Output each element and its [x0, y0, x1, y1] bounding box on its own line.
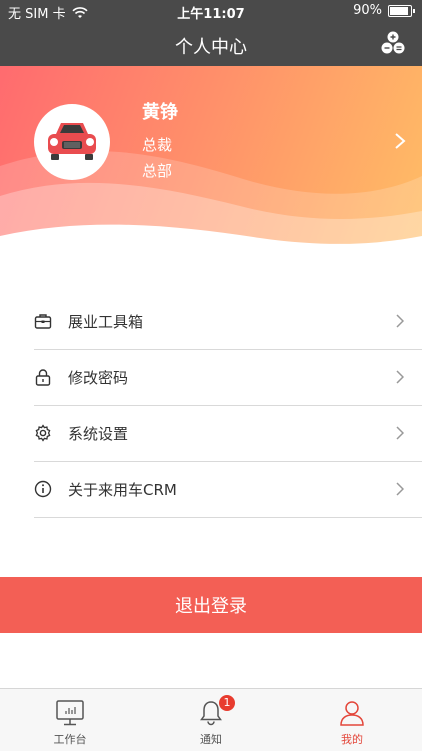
monitor-icon — [56, 700, 84, 726]
menu-item-label: 关于来用车CRM — [68, 481, 177, 499]
status-bar: 无 SIM 卡 上午11:07 90% — [0, 0, 422, 22]
logout-button[interactable]: 退出登录 — [0, 577, 422, 633]
user-role: 总裁 — [142, 136, 173, 154]
top-bar: 无 SIM 卡 上午11:07 90% 个人中心 — [0, 0, 422, 66]
menu-item-toolbox[interactable]: 展业工具箱 — [0, 294, 422, 350]
battery-icon — [388, 4, 415, 17]
toolbox-icon — [34, 314, 52, 329]
menu-item-label: 展业工具箱 — [68, 313, 144, 331]
chevron-right-icon — [396, 370, 404, 384]
chevron-right-icon — [396, 426, 404, 440]
tab-workbench[interactable]: 工作台 — [0, 689, 140, 751]
tab-label: 工作台 — [53, 733, 87, 746]
chevron-right-icon — [396, 482, 404, 496]
menu-item-label: 修改密码 — [68, 369, 129, 387]
chevron-right-icon — [396, 314, 404, 328]
settings-menu: 展业工具箱 修改密码 系统设置 关于来用车CRM — [0, 294, 422, 518]
menu-item-about[interactable]: 关于来用车CRM — [0, 462, 422, 518]
tab-label: 我的 — [341, 733, 363, 746]
divider — [34, 517, 422, 518]
gear-icon — [35, 424, 51, 442]
menu-item-label: 系统设置 — [68, 425, 129, 443]
page-title: 个人中心 — [175, 37, 247, 58]
car-icon — [48, 123, 96, 160]
blocks-icon[interactable] — [380, 30, 406, 56]
user-icon — [340, 701, 364, 726]
tab-notifications[interactable]: 1 通知 — [141, 689, 281, 751]
notification-badge: 1 — [219, 695, 235, 711]
tab-bar: 工作台 1 通知 我的 — [0, 688, 422, 751]
info-icon — [34, 480, 52, 498]
menu-item-system-settings[interactable]: 系统设置 — [0, 406, 422, 462]
user-name: 黄铮 — [142, 102, 178, 123]
avatar[interactable] — [34, 104, 110, 180]
tab-label: 通知 — [200, 733, 222, 746]
tab-mine[interactable]: 我的 — [282, 689, 422, 751]
menu-item-change-password[interactable]: 修改密码 — [0, 350, 422, 406]
profile-header[interactable]: 黄铮 总裁 总部 — [0, 66, 422, 256]
chevron-right-icon[interactable] — [394, 132, 406, 150]
user-department: 总部 — [142, 162, 173, 180]
lock-icon — [35, 369, 51, 386]
battery-percent: 90% — [353, 3, 382, 18]
